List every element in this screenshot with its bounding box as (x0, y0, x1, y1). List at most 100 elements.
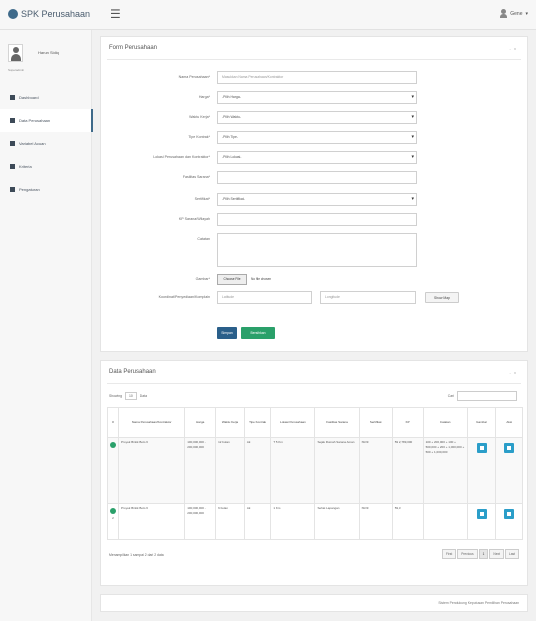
brand[interactable]: SPK Perusahaan (8, 9, 90, 19)
page-first-button[interactable]: First (442, 549, 457, 559)
edit-icon[interactable] (504, 443, 515, 453)
fasilitas-cell: Sehat Lapangan (314, 503, 360, 540)
table-panel: Data Perusahaan - x Showing 10 Data Cari… (100, 360, 528, 586)
panel-tools[interactable]: - x (510, 370, 517, 375)
expand-row-icon[interactable] (110, 508, 117, 514)
page-last-button[interactable]: Last (504, 549, 519, 559)
kp-cell: 59 2,789,000 (391, 437, 424, 504)
waktu-cell: 6 bulan (215, 503, 245, 540)
field-label: Gambar* (195, 277, 210, 281)
brand-logo-icon (8, 9, 18, 19)
image-icon[interactable] (476, 443, 487, 453)
sidebar-item-label: Pengaturan (19, 187, 40, 192)
column-header[interactable]: Harga (184, 407, 217, 438)
table-header-row: # Nama Perusahaan/Kontraktor Harga Waktu… (106, 407, 523, 438)
sidebar-item-data-perusahaan[interactable]: Data Perusahaan (0, 109, 93, 132)
fasilitas-cell: Sejak Rumah Sarana Aman (314, 437, 360, 504)
home-icon (10, 95, 15, 100)
column-header[interactable]: Lokasi Perusahaan (270, 407, 316, 438)
divider (107, 59, 521, 60)
top-navbar: SPK Perusahaan ☰ Gene ▾ (0, 0, 536, 30)
table-row: Proyek Bintik Bolo 6 100,000,000 - 200,0… (106, 437, 523, 504)
column-header[interactable]: Waktu Kerja (215, 407, 245, 438)
column-header[interactable]: Tipe Kontrak (243, 407, 272, 438)
column-header[interactable]: KP (391, 407, 424, 438)
fasilitas-input[interactable] (217, 171, 417, 184)
action-cell (495, 503, 523, 540)
user-menu[interactable]: Gene ▾ (500, 9, 528, 19)
entries-label: Data (139, 394, 147, 398)
pagination: First Previous 1 Next Last (442, 549, 519, 559)
harga-cell: 100,000,000 - 200,000,000 (184, 437, 217, 504)
field-label: Nama Perusahaan* (178, 75, 210, 79)
latitude-input[interactable]: Latitude (217, 291, 312, 304)
column-header[interactable]: Fasilitas Sarana (314, 407, 360, 438)
chevron-down-icon: ▾ (525, 11, 528, 17)
harga-select[interactable]: -Pilih Harga- (217, 91, 417, 104)
column-header[interactable]: Catatan (422, 407, 468, 438)
panel-tools[interactable]: - x (510, 46, 517, 51)
avatar (8, 44, 23, 62)
divider (107, 383, 521, 384)
sertifikat-cell: ISO9 (358, 503, 393, 540)
profile-role: Superadmin (8, 68, 25, 72)
show-map-button[interactable]: Show Map (425, 292, 459, 303)
field-label: KP Sarana/Wilayah (178, 217, 210, 221)
sertifikat-select[interactable]: -Pilih Sertifikat- (217, 193, 417, 206)
catatan-cell: 100 + 200,000 + 100 + 500,000 + 200 + 1,… (422, 437, 468, 504)
catatan-textarea[interactable] (217, 233, 417, 267)
kp-input[interactable] (217, 213, 417, 226)
lokasi-select[interactable]: -Pilih Lokasi- (217, 151, 417, 164)
choose-file-button[interactable]: Choose File (217, 274, 247, 285)
column-header[interactable]: # (106, 407, 120, 438)
kp-cell: 59,3 (391, 503, 424, 540)
sidebar-item-label: Data Perusahaan (19, 118, 51, 123)
page-next-button[interactable]: Next (489, 549, 504, 559)
page-1-button[interactable]: 1 (478, 549, 489, 559)
nama-perusahaan-input[interactable]: Masukkan Nama Perusahaan/Kontraktor (217, 71, 417, 84)
sidebar-item-dashboard[interactable]: Dashboard (0, 86, 92, 109)
sidebar-item-label: Kriteria (19, 164, 32, 169)
sidebar-item-kriteria[interactable]: Kriteria (0, 155, 92, 178)
panel-title: Form Perusahaan (109, 45, 158, 51)
reset-button[interactable]: Bersihkan (241, 327, 275, 339)
user-icon (500, 9, 508, 19)
table-info: Menampilkan 1 sampai 2 dari 2 data (109, 553, 164, 557)
search-label: Cari (447, 394, 454, 398)
page-previous-button[interactable]: Previous (457, 549, 478, 559)
list-icon (10, 164, 15, 169)
column-header[interactable]: Sertifikat (358, 407, 393, 438)
column-header[interactable]: Nama Perusahaan/Kontraktor (118, 407, 186, 438)
search-input[interactable] (457, 391, 517, 401)
waktu-select[interactable]: -Pilih Waktu- (217, 111, 417, 124)
brand-title: SPK Perusahaan (21, 9, 91, 19)
edit-icon[interactable] (504, 509, 515, 519)
length-control: Showing 10 Data (109, 392, 147, 400)
expand-row-icon[interactable] (110, 442, 117, 448)
name-cell: Proyek Bintik Bolo 6 (118, 503, 186, 540)
gear-icon (10, 187, 15, 192)
table-row: 2 Proyek Bintik Bolo 6 100,000,000 - 200… (106, 503, 523, 540)
column-header[interactable]: Gambar (466, 407, 497, 438)
action-cell (495, 437, 523, 504)
field-label: Koordinat/Penyediaan/Komplain (158, 295, 210, 299)
image-icon[interactable] (476, 509, 487, 519)
sidebar-item-pengaturan[interactable]: Pengaturan (0, 178, 92, 201)
field-label: Lokasi Perusahaan dan Kontraktor* (153, 155, 210, 159)
tipe-cell: Ak (243, 503, 272, 540)
longitude-input[interactable]: Longitude (320, 291, 416, 304)
save-button[interactable]: Simpan (217, 327, 237, 339)
catatan-cell (422, 503, 468, 540)
field-label: Tipe Kontrak* (188, 135, 210, 139)
menu-toggle-icon[interactable]: ☰ (110, 7, 121, 21)
sidebar-item-variabel-acuan[interactable]: Variabel Acuan (0, 132, 92, 155)
field-label: Fasilitas Sarana* (182, 175, 210, 179)
column-header[interactable]: Aksi (495, 407, 523, 438)
field-label: Sertifikat* (194, 197, 210, 201)
tipe-select[interactable]: -Pilih Tipe- (217, 131, 417, 144)
building-icon (10, 118, 15, 123)
footer: Sistem Pendukung Keputusan Pemilihan Per… (100, 594, 528, 612)
field-label: Harga* (198, 95, 210, 99)
page-length-select[interactable]: 10 (125, 392, 137, 400)
harga-cell: 100,000,000 - 200,000,000 (184, 503, 217, 540)
